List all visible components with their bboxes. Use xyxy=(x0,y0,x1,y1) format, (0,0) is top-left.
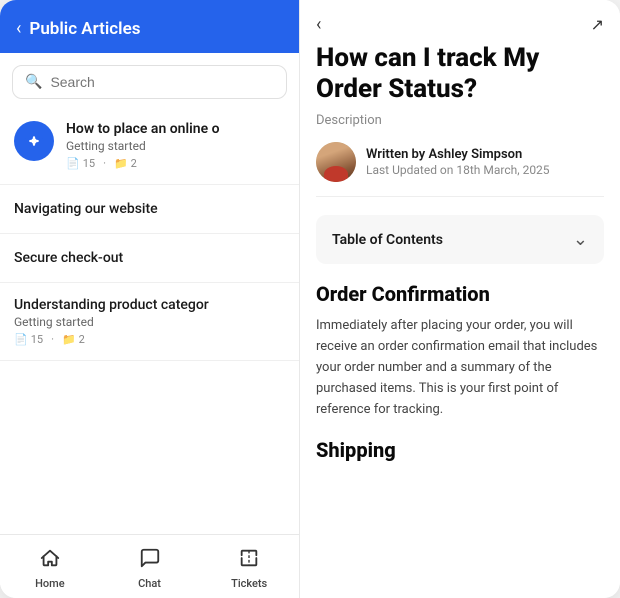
chat-icon xyxy=(139,547,161,574)
nav-label-chat: Chat xyxy=(138,577,161,590)
toc-label: Table of Contents xyxy=(332,232,443,248)
article-featured-info: How to place an online o Getting started… xyxy=(66,121,285,170)
left-panel-title: Public Articles xyxy=(29,19,140,39)
nav-label-tickets: Tickets xyxy=(231,577,267,590)
chevron-down-icon: ⌄ xyxy=(573,229,588,250)
meta-folders: 📁 2 xyxy=(114,157,137,170)
article-list: How to place an online o Getting started… xyxy=(0,107,299,534)
expand-icon[interactable]: ↗ xyxy=(591,15,604,34)
list-item[interactable]: Secure check-out xyxy=(0,234,299,283)
article-icon xyxy=(14,121,54,161)
right-content: How can I track My Order Status? Descrip… xyxy=(300,43,620,598)
bottom-nav: Home Chat Tickets xyxy=(0,534,299,598)
article-main-title: How can I track My Order Status? xyxy=(316,43,604,105)
doc-icon: 📄 xyxy=(14,333,28,346)
home-icon xyxy=(39,547,61,574)
right-panel: ‹ ↗ How can I track My Order Status? Des… xyxy=(300,0,620,598)
app-container: ‹ Public Articles 🔍 How to place an onli… xyxy=(0,0,620,598)
left-panel: ‹ Public Articles 🔍 How to place an onli… xyxy=(0,0,300,598)
article-featured-subtitle: Getting started xyxy=(66,139,285,153)
article-featured-title: How to place an online o xyxy=(66,121,285,137)
author-updated: Last Updated on 18th March, 2025 xyxy=(366,163,550,177)
author-name: Written by Ashley Simpson xyxy=(366,147,550,162)
article-bottom-subtitle: Getting started xyxy=(14,315,285,329)
article-bottom-meta: 📄 15 · 📁 2 xyxy=(14,333,285,346)
list-item[interactable]: Understanding product categor Getting st… xyxy=(0,283,299,361)
nav-item-chat[interactable]: Chat xyxy=(100,543,200,594)
folder-icon: 📁 xyxy=(62,333,76,346)
right-back-button[interactable]: ‹ xyxy=(316,14,321,35)
meta-articles: 📄 15 xyxy=(14,333,43,346)
nav-label-home: Home xyxy=(35,577,65,590)
nav-item-home[interactable]: Home xyxy=(0,543,100,594)
left-header: ‹ Public Articles xyxy=(0,0,299,53)
meta-articles: 📄 15 xyxy=(66,157,95,170)
meta-folders: 📁 2 xyxy=(62,333,85,346)
article-featured-meta: 📄 15 · 📁 2 xyxy=(66,157,285,170)
article-description-label: Description xyxy=(316,113,604,128)
right-top-bar: ‹ ↗ xyxy=(300,0,620,43)
toc-box[interactable]: Table of Contents ⌄ xyxy=(316,215,604,264)
author-row: Written by Ashley Simpson Last Updated o… xyxy=(316,142,604,197)
doc-icon: 📄 xyxy=(66,157,80,170)
list-item[interactable]: Navigating our website xyxy=(0,185,299,234)
search-bar[interactable]: 🔍 xyxy=(12,65,287,99)
section-title-order-confirmation: Order Confirmation xyxy=(316,282,604,306)
nav-item-tickets[interactable]: Tickets xyxy=(199,543,299,594)
tickets-icon xyxy=(238,547,260,574)
list-item[interactable]: How to place an online o Getting started… xyxy=(0,107,299,185)
avatar-image xyxy=(316,142,356,182)
back-arrow-icon[interactable]: ‹ xyxy=(16,18,21,39)
search-icon: 🔍 xyxy=(25,74,42,90)
section-title-shipping: Shipping xyxy=(316,438,604,462)
section-text-order-confirmation: Immediately after placing your order, yo… xyxy=(316,316,604,420)
folder-icon: 📁 xyxy=(114,157,128,170)
search-input[interactable] xyxy=(50,74,274,90)
avatar xyxy=(316,142,356,182)
author-info: Written by Ashley Simpson Last Updated o… xyxy=(366,147,550,177)
article-bottom-title: Understanding product categor xyxy=(14,297,285,313)
